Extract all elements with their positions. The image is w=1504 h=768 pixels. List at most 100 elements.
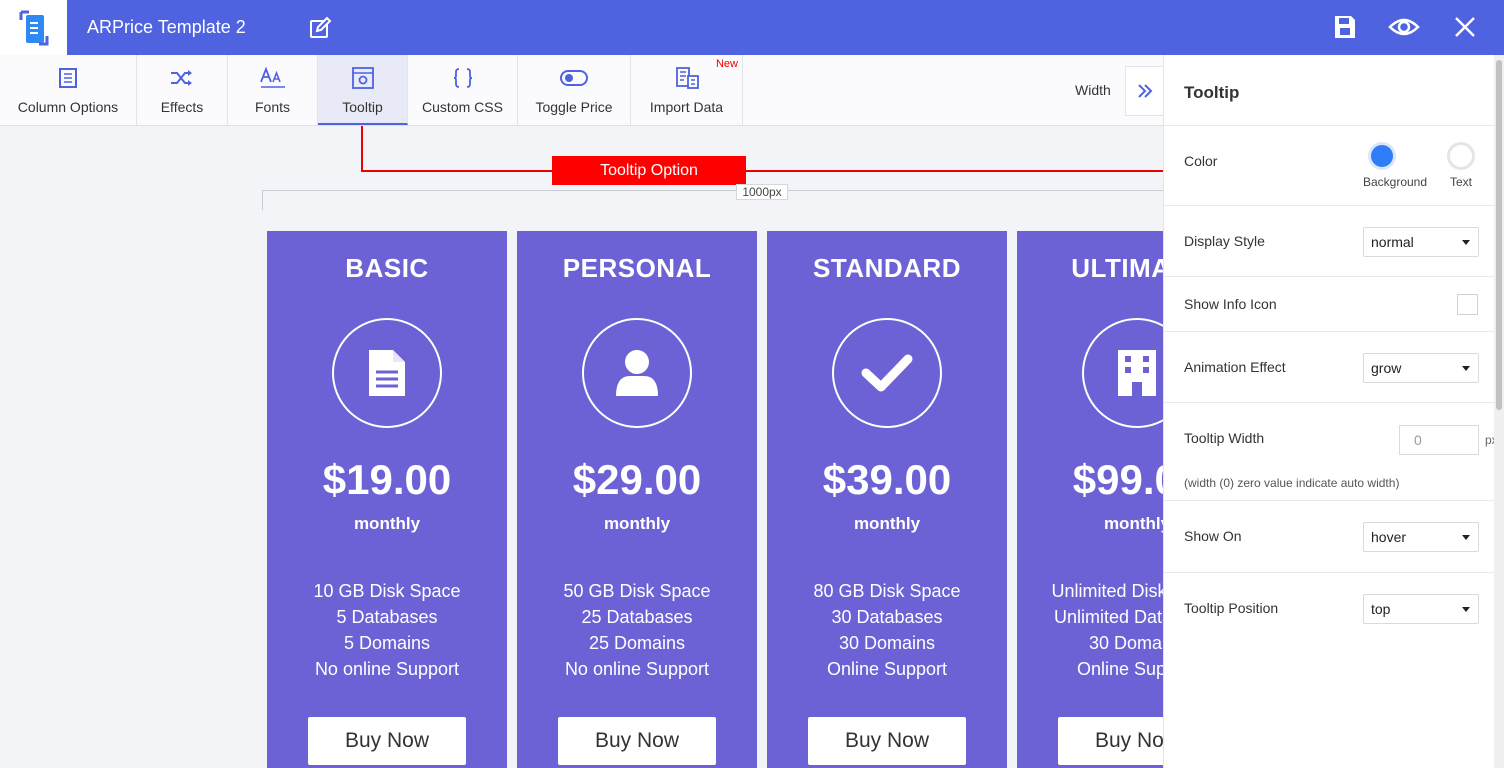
- toolbar: Column Options Effects Fonts Tooltip Cus…: [0, 55, 1164, 126]
- plan-feature: Online Support: [826, 659, 948, 679]
- close-button[interactable]: [1452, 12, 1478, 47]
- tooltip-icon: [351, 67, 374, 89]
- plan-feature: 25 Databases: [581, 607, 693, 627]
- text-color-swatch[interactable]: [1447, 142, 1475, 170]
- select-value: hover: [1371, 529, 1407, 545]
- select-value: top: [1371, 601, 1391, 617]
- tool-toggle-price[interactable]: Toggle Price: [518, 55, 631, 125]
- animation-effect-row: Animation Effect grow: [1164, 332, 1497, 403]
- plan-feature: 50 GB Disk Space: [563, 581, 711, 601]
- tool-label: Toggle Price: [535, 99, 613, 115]
- tool-effects[interactable]: Effects: [137, 55, 228, 125]
- tooltip-position-row: Tooltip Position top: [1164, 573, 1497, 644]
- ruler-label: 1000px: [736, 184, 788, 200]
- buy-now-button[interactable]: Buy Now: [808, 717, 966, 765]
- tooltip-width-label: Tooltip Width: [1184, 430, 1265, 446]
- plan-features: 10 GB Disk Space 5 Databases 5 Domains N…: [267, 578, 507, 682]
- plan-icon-circle: [582, 318, 692, 428]
- background-color-swatch[interactable]: [1368, 142, 1396, 170]
- top-bar: ARPrice Template 2: [0, 0, 1504, 55]
- plan-price: $19.00: [322, 456, 452, 503]
- display-style-select[interactable]: normal: [1363, 227, 1479, 257]
- caret-down-icon: [1462, 366, 1470, 371]
- plan-title: PERSONAL: [562, 253, 712, 283]
- tool-label: Column Options: [17, 99, 119, 115]
- buy-now-button[interactable]: Buy Now: [558, 717, 716, 765]
- plan-period: monthly: [353, 514, 421, 533]
- select-value: normal: [1371, 234, 1414, 250]
- animation-effect-select[interactable]: grow: [1363, 353, 1479, 383]
- show-info-icon-label: Show Info Icon: [1184, 296, 1277, 312]
- close-icon: [1455, 17, 1475, 37]
- show-on-select[interactable]: hover: [1363, 522, 1479, 552]
- buy-now-button[interactable]: Buy Now: [308, 717, 466, 765]
- caret-down-icon: [1462, 535, 1470, 540]
- plan-feature: 30 Databases: [831, 607, 943, 627]
- panel-scrollbar-thumb[interactable]: [1496, 60, 1502, 410]
- building-icon: [1118, 350, 1156, 396]
- edit-title-button[interactable]: [308, 16, 332, 40]
- preview-button[interactable]: [1388, 12, 1420, 47]
- plan-feature: 5 Databases: [336, 607, 438, 627]
- app-title: ARPrice Template 2: [87, 17, 246, 37]
- column-options-icon: [59, 68, 77, 88]
- double-chevron-right-icon: [1137, 84, 1152, 98]
- plan-features: 50 GB Disk Space 25 Databases 25 Domains…: [517, 578, 757, 682]
- display-style-row: Display Style normal: [1164, 206, 1497, 277]
- text-swatch-label: Text: [1449, 175, 1472, 189]
- tool-label: Effects: [160, 99, 204, 115]
- tooltip-position-label: Tooltip Position: [1184, 600, 1279, 616]
- plan-feature: 30 Domains: [838, 633, 936, 653]
- checkmark-icon: [861, 354, 913, 392]
- panel-title: Tooltip: [1184, 83, 1240, 102]
- toggle-icon: [560, 70, 588, 86]
- plan-icon-circle: [832, 318, 942, 428]
- plan-title: BASIC: [345, 253, 429, 283]
- plan-feature: 80 GB Disk Space: [813, 581, 961, 601]
- panel-header: Tooltip: [1164, 55, 1504, 126]
- tool-column-options[interactable]: Column Options: [0, 55, 137, 125]
- tooltip-position-select[interactable]: top: [1363, 594, 1479, 624]
- annotation-line: [361, 170, 1164, 172]
- tool-custom-css[interactable]: Custom CSS: [408, 55, 518, 125]
- plan-card-personal: PERSONAL $29.00 monthly 50 GB Disk Space…: [517, 231, 757, 768]
- eye-icon: [1388, 18, 1420, 36]
- save-button[interactable]: [1332, 12, 1358, 47]
- app-logo: [0, 0, 67, 55]
- plan-title: STANDARD: [813, 253, 961, 283]
- document-icon: [369, 350, 405, 396]
- width-ruler: [262, 190, 1164, 191]
- plan-price: $39.00: [822, 456, 952, 503]
- color-row: Color Background Text: [1164, 126, 1497, 206]
- plan-features: 80 GB Disk Space 30 Databases 30 Domains…: [767, 578, 1007, 682]
- caret-down-icon: [1462, 607, 1470, 612]
- annotation-line: [361, 126, 363, 172]
- tool-label: Fonts: [254, 99, 290, 115]
- plan-card-standard: STANDARD $39.00 monthly 80 GB Disk Space…: [767, 231, 1007, 768]
- tool-tooltip[interactable]: Tooltip: [318, 55, 408, 125]
- plan-period: monthly: [603, 514, 671, 533]
- tool-label: Tooltip: [342, 99, 383, 115]
- plan-feature: 25 Domains: [588, 633, 686, 653]
- display-style-label: Display Style: [1184, 233, 1265, 249]
- collapse-panel-button[interactable]: [1125, 66, 1163, 116]
- plan-icon-circle: [332, 318, 442, 428]
- plan-price: $29.00: [572, 456, 702, 503]
- show-info-icon-row: Show Info Icon: [1164, 277, 1497, 332]
- tooltip-width-row: Tooltip Width 0 px (width (0) zero value…: [1164, 403, 1498, 501]
- show-on-row: Show On hover: [1164, 501, 1497, 573]
- show-info-icon-checkbox[interactable]: [1457, 294, 1478, 315]
- tool-fonts[interactable]: Fonts: [228, 55, 318, 125]
- tool-import-data[interactable]: New Import Data: [631, 55, 743, 125]
- braces-icon: [453, 68, 472, 88]
- tool-label: Import Data: [649, 99, 724, 115]
- plan-feature: No online Support: [564, 659, 710, 679]
- tooltip-width-input[interactable]: 0: [1399, 425, 1479, 455]
- import-data-icon: [675, 67, 699, 89]
- animation-effect-label: Animation Effect: [1184, 359, 1286, 375]
- ruler-tick: [262, 190, 263, 210]
- background-swatch-label: Background: [1362, 175, 1428, 189]
- width-label: Width: [1075, 82, 1111, 98]
- color-label: Color: [1184, 153, 1218, 169]
- new-badge: New: [715, 58, 738, 70]
